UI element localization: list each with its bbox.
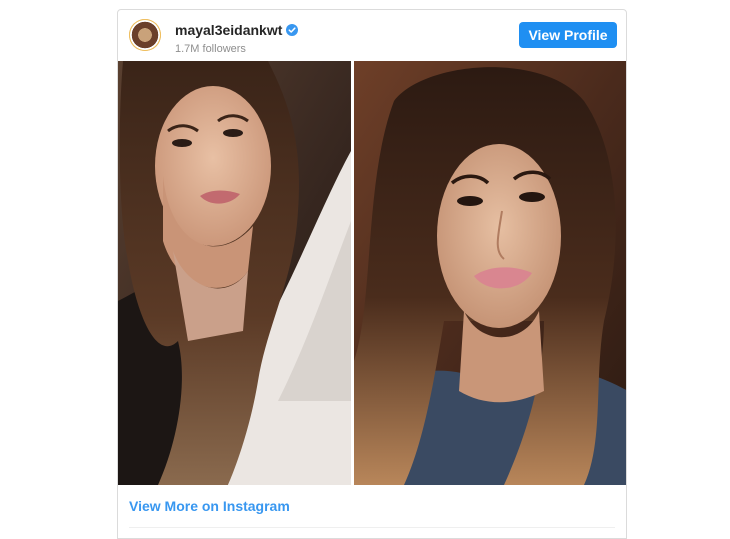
verified-badge-icon: [286, 23, 299, 36]
post-media[interactable]: [118, 61, 626, 485]
view-more-on-instagram-link[interactable]: View More on Instagram: [129, 498, 290, 514]
instagram-embed-card: mayal3eidankwt 1.7M followers View Profi…: [117, 9, 627, 539]
divider: [129, 527, 615, 528]
avatar[interactable]: [129, 19, 161, 51]
username[interactable]: mayal3eidankwt: [175, 22, 282, 38]
user-info: mayal3eidankwt 1.7M followers: [175, 21, 299, 55]
post-photo-left: [118, 61, 351, 485]
embed-header: mayal3eidankwt 1.7M followers View Profi…: [118, 10, 626, 61]
view-profile-button[interactable]: View Profile: [519, 22, 617, 48]
followers-count: 1.7M followers: [175, 43, 246, 55]
post-photo-right: [354, 61, 626, 485]
